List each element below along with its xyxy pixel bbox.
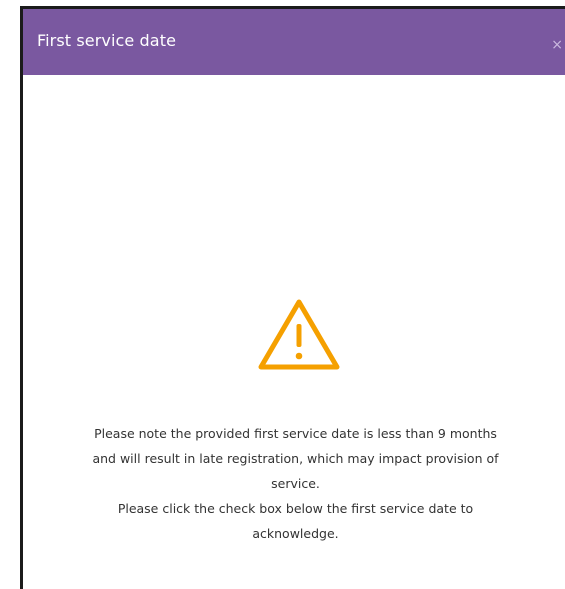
message-line: and will result in late registration, wh… [92, 451, 499, 466]
message-line: service. [271, 476, 320, 491]
message-line: acknowledge. [252, 526, 339, 541]
message-line: Please note the provided first service d… [94, 426, 497, 441]
warning-message-paragraph-2: Please click the check box below the fir… [23, 496, 565, 546]
dialog-header: First service date × [23, 9, 565, 75]
dialog-title: First service date [37, 30, 177, 50]
close-button[interactable]: × [551, 38, 563, 52]
warning-triangle-icon [258, 299, 340, 370]
dialog-body: Please note the provided first service d… [23, 75, 565, 589]
warning-message: Please note the provided first service d… [23, 421, 565, 546]
background-left [0, 0, 20, 589]
first-service-date-dialog: First service date × Please note the pro… [20, 6, 565, 589]
message-line: Please click the check box below the fir… [117, 501, 474, 516]
warning-message-paragraph-1: Please note the provided first service d… [23, 421, 565, 496]
